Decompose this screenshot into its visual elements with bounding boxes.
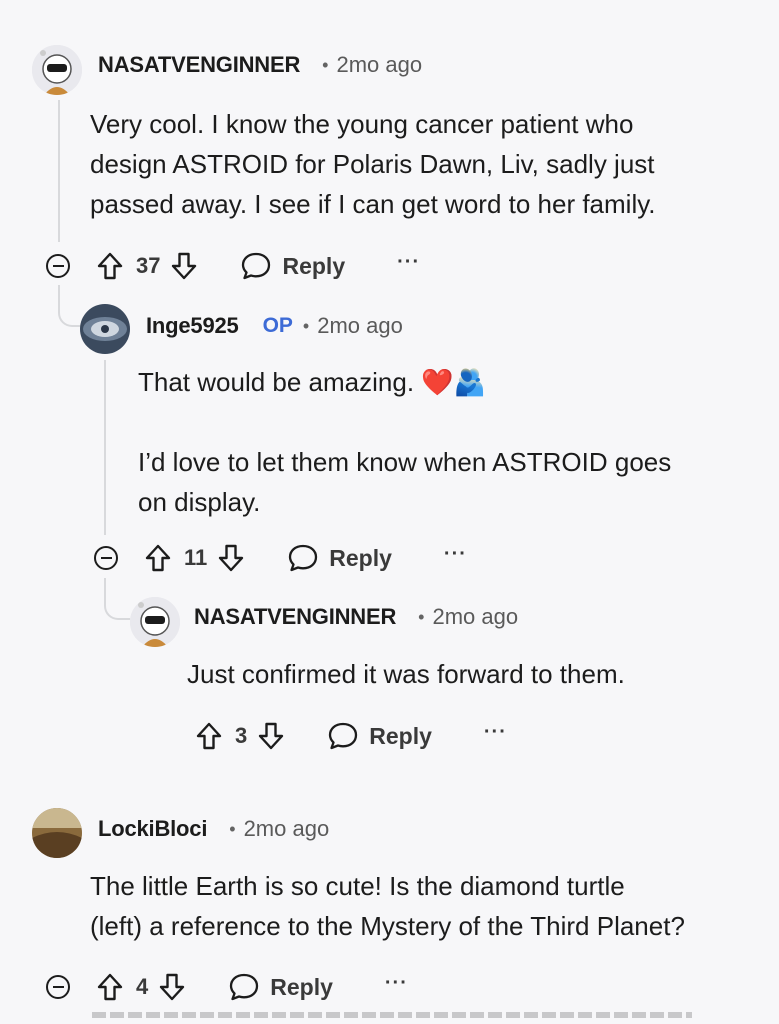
vote-control: 3 xyxy=(195,721,285,751)
collapse-thread-button[interactable] xyxy=(94,546,118,570)
speech-bubble-icon xyxy=(242,252,271,280)
reply-label: Reply xyxy=(369,722,432,749)
more-options-button[interactable]: ··· xyxy=(444,543,467,566)
comment-meta: NASATVENGINNER • 2mo ago xyxy=(194,604,518,630)
avatar[interactable] xyxy=(130,597,180,647)
upvote-icon[interactable] xyxy=(96,972,124,1002)
comment-actions: 4 Reply ··· xyxy=(46,967,408,1007)
collapse-thread-button[interactable] xyxy=(46,975,70,999)
downvote-icon[interactable] xyxy=(170,251,198,281)
vote-count: 4 xyxy=(136,974,149,999)
collapse-thread-button[interactable] xyxy=(46,254,70,278)
thread-connector xyxy=(104,578,130,620)
more-options-button[interactable]: ··· xyxy=(484,721,507,744)
timestamp: 2mo ago xyxy=(432,604,519,629)
vote-control: 11 xyxy=(144,543,245,573)
thread-connector xyxy=(58,285,82,327)
op-badge: OP xyxy=(262,314,293,337)
avatar[interactable] xyxy=(80,304,130,354)
timestamp: 2mo ago xyxy=(243,816,330,841)
reply-button[interactable]: Reply xyxy=(327,721,432,751)
upvote-icon[interactable] xyxy=(195,721,223,751)
vote-control: 4 xyxy=(96,972,186,1002)
separator-dot: • xyxy=(302,315,310,336)
more-options-button[interactable]: ··· xyxy=(385,972,408,995)
username[interactable]: NASATVENGINNER xyxy=(194,604,396,630)
comment-meta: Inge5925 OP • 2mo ago xyxy=(146,313,403,339)
separator-dot: • xyxy=(322,54,329,75)
reply-label: Reply xyxy=(329,544,392,571)
username[interactable]: LockiBloci xyxy=(98,816,207,842)
comment-actions: 3 Reply ··· xyxy=(195,716,507,756)
timestamp: 2mo ago xyxy=(317,313,403,338)
comment-body: Just confirmed it was forward to them. xyxy=(187,659,625,689)
separator-dot: • xyxy=(418,606,425,627)
reply-label: Reply xyxy=(270,973,333,1000)
next-comment-cutoff xyxy=(92,1012,692,1018)
timestamp: 2mo ago xyxy=(336,52,423,77)
reply-button[interactable]: Reply xyxy=(287,543,392,573)
reply-button[interactable]: Reply xyxy=(240,251,345,281)
photo-avatar-icon xyxy=(32,808,82,858)
comment-body: The little Earth is so cute! Is the diam… xyxy=(90,871,685,941)
upvote-icon[interactable] xyxy=(96,251,124,281)
avatar[interactable] xyxy=(32,45,82,95)
reply-button[interactable]: Reply xyxy=(228,972,333,1002)
downvote-icon[interactable] xyxy=(217,543,245,573)
comment-body: Very cool. I know the young cancer patie… xyxy=(90,109,656,219)
reply-label: Reply xyxy=(282,252,346,279)
astronaut-avatar-icon xyxy=(32,45,82,95)
speech-bubble-icon xyxy=(230,973,259,1001)
upvote-icon[interactable] xyxy=(144,543,172,573)
vote-count: 3 xyxy=(235,723,248,748)
username[interactable]: NASATVENGINNER xyxy=(98,52,300,78)
thread-line xyxy=(58,100,60,242)
separator-dot: • xyxy=(229,818,236,839)
comment-meta: LockiBloci • 2mo ago xyxy=(98,816,329,842)
comment-actions: 11 Reply ··· xyxy=(94,538,467,578)
downvote-icon[interactable] xyxy=(158,972,186,1002)
comment-body: That would be amazing. ❤️🫂 I’d love to l… xyxy=(138,367,672,517)
vote-control: 37 xyxy=(96,251,198,281)
comment-actions: 37 Reply ··· xyxy=(46,246,420,286)
username[interactable]: Inge5925 xyxy=(146,313,239,339)
thread-line xyxy=(104,360,106,535)
vote-count: 37 xyxy=(136,253,161,278)
mission-patch-avatar-icon xyxy=(80,304,130,354)
speech-bubble-icon xyxy=(289,544,318,572)
astronaut-avatar-icon xyxy=(130,597,180,647)
downvote-icon[interactable] xyxy=(257,721,285,751)
comment-meta: NASATVENGINNER • 2mo ago xyxy=(98,52,422,78)
avatar[interactable] xyxy=(32,808,82,858)
more-options-button[interactable]: ··· xyxy=(397,251,420,274)
vote-count: 11 xyxy=(184,545,208,570)
speech-bubble-icon xyxy=(329,722,358,750)
